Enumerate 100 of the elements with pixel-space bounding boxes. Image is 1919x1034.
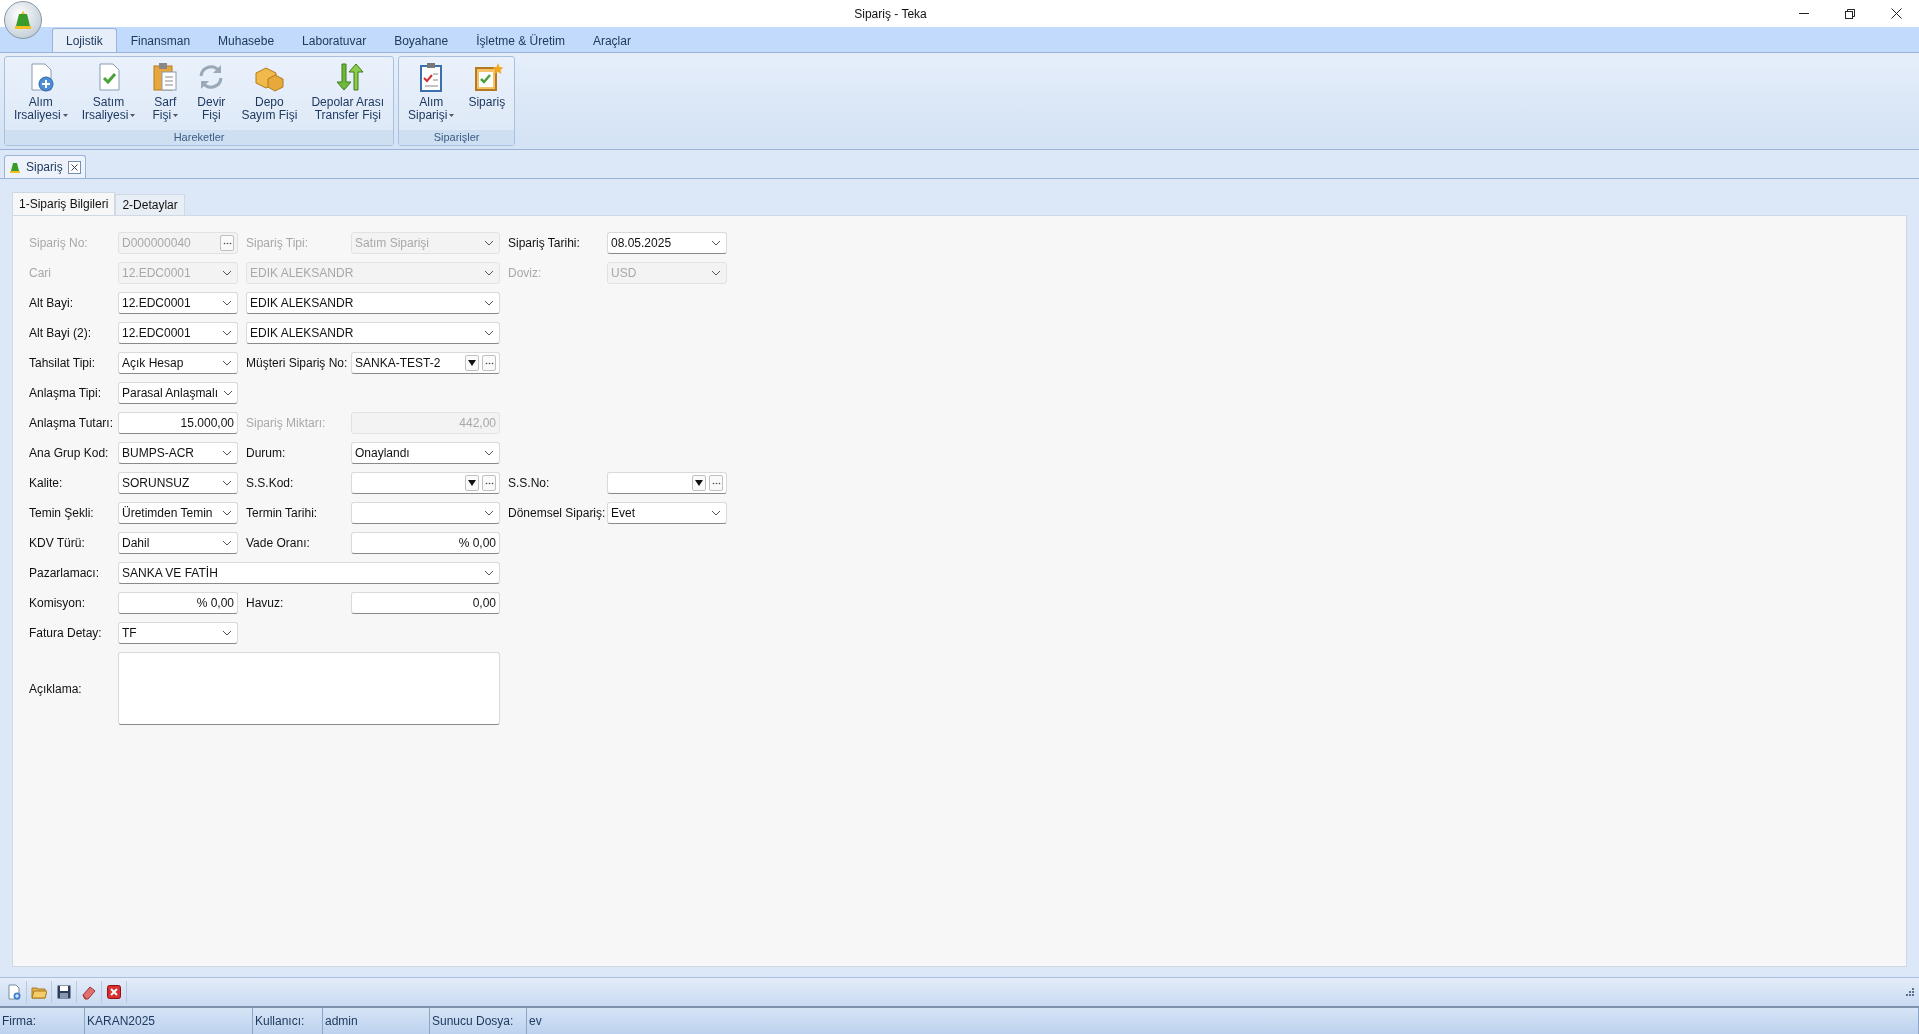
ellipsis-icon [222, 241, 232, 245]
status-cell: Sunucu Dosya: [430, 1008, 527, 1034]
field-label: Alt Bayi: [29, 296, 74, 310]
triangle-down-icon [468, 480, 476, 486]
field-label: Anlaşma Tutarı: [29, 416, 115, 430]
open-icon [31, 984, 47, 1000]
chevron-down-icon [711, 270, 721, 276]
dropdown-field[interactable]: Evet [607, 502, 727, 524]
form-tab[interactable]: 2-Detaylar [115, 194, 185, 215]
ribbon-button[interactable]: Depo Sayım Fişi [234, 59, 305, 130]
new-icon [6, 984, 22, 1000]
dropdown-field[interactable]: BUMPS-ACR [118, 442, 238, 464]
chevron-down-icon [484, 570, 494, 576]
app-logo-icon [13, 11, 33, 29]
field-label: Sipariş Tipi: [245, 236, 310, 250]
app-menu-button[interactable] [4, 1, 42, 39]
field-label: Vade Oranı: [245, 536, 311, 550]
chevron-down-icon [222, 540, 232, 546]
triangle-down-icon [468, 360, 476, 366]
ribbon-tab[interactable]: Muhasebe [204, 28, 289, 52]
dropdown-field[interactable]: 08.05.2025 [607, 232, 727, 254]
lookup-field[interactable] [607, 472, 727, 494]
dropdown-field[interactable]: Parasal Anlaşmalı [118, 382, 238, 404]
chevron-down-icon [484, 300, 494, 306]
triangle-down-icon [695, 480, 703, 486]
ribbon-button[interactable]: Sarf Fişi [142, 59, 189, 130]
ribbon-tab[interactable]: Laboratuvar [288, 28, 381, 52]
chevron-down-icon [484, 510, 494, 516]
field-label: Anlaşma Tipi: [29, 386, 103, 400]
field-label: Ana Grup Kod: [29, 446, 110, 460]
close-icon [1890, 8, 1902, 19]
field-label: Pazarlamacı: [29, 566, 101, 580]
erase-icon [81, 984, 97, 1000]
dropdown-field[interactable]: EDIK ALEKSANDR [246, 322, 500, 344]
ribbon-button[interactable]: Alım Irsaliyesi [7, 59, 75, 130]
dropdown-field[interactable]: SORUNSUZ [118, 472, 238, 494]
close-icon [70, 163, 78, 171]
ribbon-button[interactable]: Alım Siparişi [401, 59, 462, 130]
dropdown-field[interactable]: Üretimden Temin [118, 502, 238, 524]
dropdown-field[interactable]: Dahil [118, 532, 238, 554]
number-field[interactable]: 0,00 [351, 592, 500, 614]
ribbon-tab[interactable]: Finansman [116, 28, 205, 52]
document-tab[interactable]: Sipariş [4, 155, 86, 178]
dropdown-field[interactable]: SANKA VE FATİH [118, 562, 500, 584]
lookup-field[interactable]: SANKA-TEST-2 [351, 352, 500, 374]
status-cell: KARAN2025 [85, 1008, 253, 1034]
number-field[interactable]: 15.000,00 [118, 412, 238, 434]
dropdown-field[interactable]: 12.EDC0001 [118, 292, 238, 314]
ribbon-button[interactable]: Satım Irsaliyesi [74, 59, 143, 130]
minimize-icon [1799, 13, 1809, 14]
dropdown-field[interactable]: 12.EDC0001 [118, 322, 238, 344]
ribbon-button[interactable]: Depolar Arası Transfer Fişi [304, 59, 392, 130]
field-label: Durum: [245, 446, 287, 460]
chevron-down-icon [223, 390, 234, 396]
dropdown-button[interactable] [465, 475, 479, 491]
ribbon-tab[interactable]: Boyahane [380, 28, 463, 52]
ribbon-group-title: Siparişler [399, 130, 515, 145]
dropdown-field[interactable]: Açık Hesap [118, 352, 238, 374]
delete-icon [106, 984, 122, 1000]
chevron-down-icon [484, 270, 494, 276]
ribbon-tab[interactable]: Lojistik [52, 28, 117, 52]
chevron-down-icon [484, 330, 494, 336]
field-label: Açıklama: [29, 681, 83, 696]
chevron-down-icon [484, 450, 494, 456]
field-label: S.S.Kod: [245, 476, 295, 490]
ribbon-button[interactable]: Devir Fişi [188, 59, 235, 130]
field-label: Komisyon: [29, 596, 87, 610]
chevron-down-icon [222, 510, 232, 516]
chevron-down-icon [222, 630, 232, 636]
close-tab-button[interactable] [67, 160, 81, 174]
form-tab[interactable]: 1-Sipariş Bilgileri [12, 192, 116, 215]
field-label: Kalite: [29, 476, 64, 490]
ribbon-group-title: Hareketler [5, 130, 394, 145]
status-cell: Firma: [0, 1008, 85, 1034]
lookup-field[interactable] [351, 472, 500, 494]
chevron-down-icon [222, 300, 232, 306]
dropdown-field[interactable]: EDIK ALEKSANDR [246, 292, 500, 314]
field-label: Sipariş Miktarı: [245, 416, 327, 430]
dropdown-field[interactable]: TF [118, 622, 238, 644]
chevron-down-icon [711, 240, 721, 246]
ellipsis-icon [484, 361, 494, 365]
ribbon-tab[interactable]: İşletme & Üretim [462, 28, 579, 52]
dropdown-field[interactable] [351, 502, 500, 524]
dropdown-button[interactable] [465, 355, 479, 371]
chevron-down-icon [222, 270, 232, 276]
field-label: Doviz: [507, 266, 543, 280]
dropdown-button[interactable] [692, 475, 706, 491]
ribbon-button[interactable]: Sipariş [461, 59, 513, 130]
field-label: Tahsilat Tipi: [29, 356, 97, 370]
dropdown-field[interactable]: Onaylandı [351, 442, 500, 464]
number-field[interactable]: % 0,00 [118, 592, 238, 614]
chevron-down-icon [222, 330, 232, 336]
field-label: Termin Tarihi: [245, 506, 319, 520]
field-label: S.S.No: [507, 476, 551, 490]
field-label: Havuz: [245, 596, 285, 610]
chevron-down-icon [222, 360, 232, 366]
app-logo-icon [9, 161, 21, 173]
ribbon-tab[interactable]: Araçlar [578, 28, 645, 52]
number-field[interactable]: % 0,00 [351, 532, 500, 554]
window-title: Sipariş - Teka [854, 6, 927, 21]
